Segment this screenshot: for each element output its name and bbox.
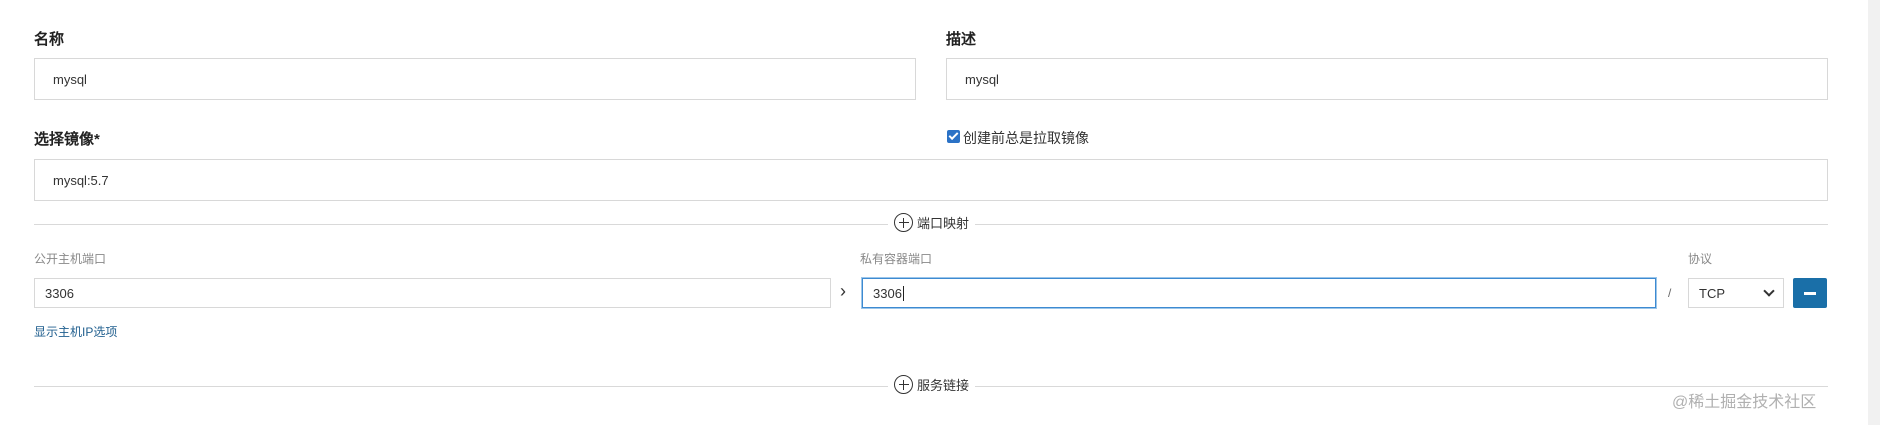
port-mapping-title: 端口映射: [917, 216, 970, 231]
text-caret: [902, 285, 904, 301]
private-port-value: 3306: [873, 285, 902, 301]
plus-circle-icon: [894, 375, 913, 394]
vertical-scrollbar[interactable]: [1868, 0, 1880, 425]
port-mapping-add-button[interactable]: 端口映射: [888, 213, 976, 232]
image-label: 选择镜像*: [34, 131, 100, 148]
name-input[interactable]: mysql: [34, 58, 916, 100]
service-links-add-button[interactable]: 服务链接: [888, 375, 976, 394]
description-input-value: mysql: [965, 71, 999, 87]
port-separator: /: [1668, 286, 1672, 300]
description-label: 描述: [946, 31, 977, 48]
protocol-label: 协议: [1688, 252, 1713, 266]
image-input[interactable]: mysql:5.7: [34, 159, 1828, 201]
description-input[interactable]: mysql: [946, 58, 1828, 100]
chevron-right-icon: ›: [840, 281, 846, 301]
watermark: @稀土掘金技术社区: [1672, 394, 1817, 411]
name-label: 名称: [34, 31, 65, 48]
name-input-value: mysql: [53, 71, 87, 87]
public-port-input[interactable]: 3306: [34, 278, 831, 308]
public-port-label: 公开主机端口: [34, 252, 107, 266]
service-links-title: 服务链接: [917, 378, 970, 393]
private-port-label: 私有容器端口: [860, 252, 933, 266]
always-pull-checkbox[interactable]: [947, 130, 960, 143]
protocol-select[interactable]: TCP: [1688, 278, 1784, 308]
public-port-value: 3306: [45, 285, 74, 301]
protocol-select-value: TCP: [1699, 285, 1725, 301]
image-input-value: mysql:5.7: [53, 172, 109, 188]
show-host-ip-link[interactable]: 显示主机IP选项: [34, 323, 117, 340]
plus-circle-icon: [894, 213, 913, 232]
always-pull-label[interactable]: 创建前总是拉取镜像: [963, 128, 1089, 148]
private-port-input[interactable]: 3306: [862, 278, 1656, 308]
remove-port-button[interactable]: [1793, 278, 1827, 308]
chevron-down-icon: [1763, 285, 1775, 297]
